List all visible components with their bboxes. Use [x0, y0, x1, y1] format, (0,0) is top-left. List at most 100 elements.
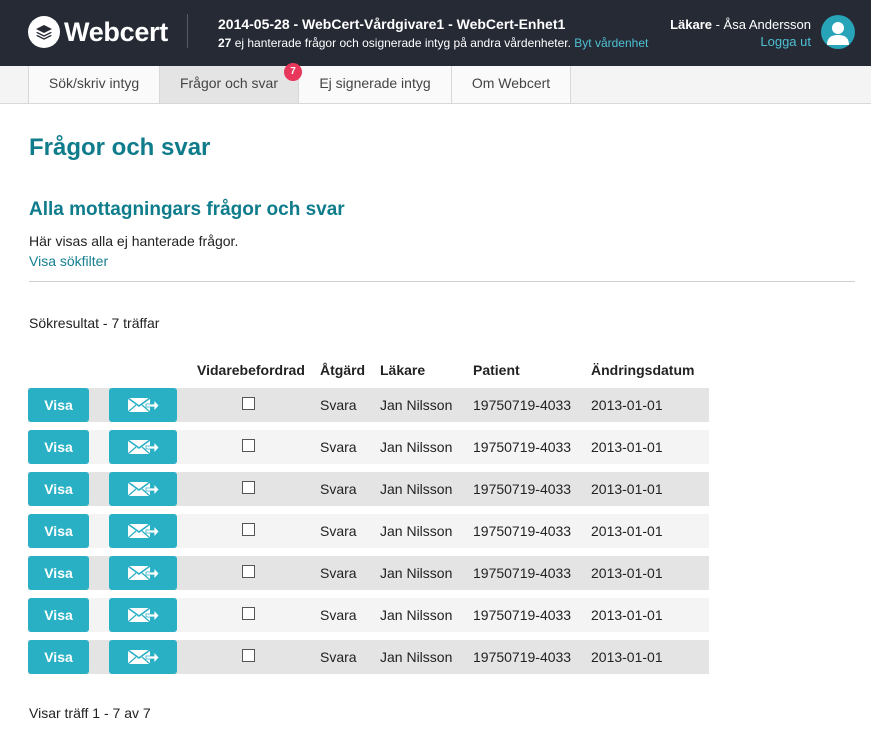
forwarded-checkbox[interactable] — [242, 649, 255, 662]
changed-date-cell: 2013-01-01 — [591, 565, 663, 581]
patient-cell: 19750719-4033 — [473, 523, 572, 539]
webcert-logo[interactable]: Webcert — [28, 16, 168, 48]
forward-mail-icon — [127, 523, 160, 539]
action-cell[interactable]: Svara — [320, 607, 357, 623]
show-filter-link[interactable]: Visa sökfilter — [29, 253, 108, 269]
user-block: Läkare - Åsa Andersson Logga ut — [670, 17, 811, 49]
patient-cell: 19750719-4033 — [473, 565, 572, 581]
user-name: Åsa Andersson — [723, 17, 811, 32]
changed-date-cell: 2013-01-01 — [591, 607, 663, 623]
view-button[interactable]: Visa — [28, 556, 89, 590]
doctor-cell: Jan Nilsson — [380, 565, 453, 581]
action-cell[interactable]: Svara — [320, 439, 357, 455]
forward-button[interactable] — [109, 388, 177, 422]
doctor-cell: Jan Nilsson — [380, 397, 453, 413]
column-header-doctor: Läkare — [380, 362, 426, 378]
forward-button[interactable] — [109, 598, 177, 632]
forward-button[interactable] — [109, 472, 177, 506]
tab-search-write-certificate[interactable]: Sök/skriv intyg — [28, 66, 160, 103]
doctor-cell: Jan Nilsson — [380, 607, 453, 623]
section-description: Här visas alla ej hanterade frågor. — [29, 233, 239, 249]
view-button[interactable]: Visa — [28, 598, 89, 632]
changed-date-cell: 2013-01-01 — [591, 649, 663, 665]
section-title: Alla mottagningars frågor och svar — [29, 199, 345, 220]
column-header-forwarded: Vidarebefordrad — [197, 362, 305, 378]
forwarded-checkbox[interactable] — [242, 607, 255, 620]
forward-mail-icon — [127, 397, 160, 413]
change-unit-link[interactable]: Byt vårdenhet — [574, 36, 648, 50]
user-line: Läkare - Åsa Andersson — [670, 17, 811, 32]
patient-cell: 19750719-4033 — [473, 397, 572, 413]
patient-cell: 19750719-4033 — [473, 649, 572, 665]
action-cell[interactable]: Svara — [320, 649, 357, 665]
header-divider — [187, 14, 188, 48]
result-count: Sökresultat - 7 träffar — [29, 315, 160, 331]
action-cell[interactable]: Svara — [320, 565, 357, 581]
table-row: Visa Svara Jan Nilsson 19750719-4033 2013-01… — [28, 472, 709, 506]
tab-bar: Sök/skriv intyg Frågor och svar Ej signe… — [0, 66, 871, 104]
forwarded-checkbox[interactable] — [242, 397, 255, 410]
patient-cell: 19750719-4033 — [473, 481, 572, 497]
patient-cell: 19750719-4033 — [473, 607, 572, 623]
table-row: Visa Svara Jan Nilsson 19750719-4033 2013-01… — [28, 388, 709, 422]
view-button[interactable]: Visa — [28, 388, 89, 422]
unhandled-count: 27 — [218, 36, 232, 50]
user-icon — [827, 22, 849, 45]
doctor-cell: Jan Nilsson — [380, 481, 453, 497]
changed-date-cell: 2013-01-01 — [591, 523, 663, 539]
action-cell[interactable]: Svara — [320, 397, 357, 413]
column-header-patient: Patient — [473, 362, 520, 378]
forward-button[interactable] — [109, 640, 177, 674]
forward-mail-icon — [127, 607, 160, 623]
action-cell[interactable]: Svara — [320, 481, 357, 497]
tab-notification-badge: 7 — [284, 63, 302, 81]
tab-questions-answers[interactable]: Frågor och svar — [160, 66, 299, 103]
user-separator: - — [711, 17, 724, 32]
view-button[interactable]: Visa — [28, 640, 89, 674]
logout-link[interactable]: Logga ut — [670, 34, 811, 49]
table-row: Visa Svara Jan Nilsson 19750719-4033 2013-01… — [28, 598, 709, 632]
patient-cell: 19750719-4033 — [473, 439, 572, 455]
pagination-info: Visar träff 1 - 7 av 7 — [29, 705, 151, 721]
action-cell[interactable]: Svara — [320, 523, 357, 539]
column-header-changed-date: Ändringsdatum — [591, 362, 695, 378]
forward-mail-icon — [127, 565, 160, 581]
changed-date-cell: 2013-01-01 — [591, 397, 663, 413]
doctor-cell: Jan Nilsson — [380, 439, 453, 455]
view-button[interactable]: Visa — [28, 430, 89, 464]
forwarded-checkbox[interactable] — [242, 523, 255, 536]
table-row: Visa Svara Jan Nilsson 19750719-4033 2013-01… — [28, 430, 709, 464]
header-title: 2014-05-28 - WebCert-Vårdgivare1 - WebCe… — [218, 16, 566, 32]
forward-button[interactable] — [109, 514, 177, 548]
changed-date-cell: 2013-01-01 — [591, 481, 663, 497]
tab-unsigned-certificates[interactable]: Ej signerade intyg — [299, 66, 452, 103]
header-subtitle: 27 ej hanterade frågor och osignerade in… — [218, 36, 648, 50]
avatar[interactable] — [821, 15, 855, 49]
forwarded-checkbox[interactable] — [242, 439, 255, 452]
layers-icon — [28, 16, 60, 48]
table-row: Visa Svara Jan Nilsson 19750719-4033 2013-01… — [28, 640, 709, 674]
forward-mail-icon — [127, 481, 160, 497]
doctor-cell: Jan Nilsson — [380, 523, 453, 539]
changed-date-cell: 2013-01-01 — [591, 439, 663, 455]
content-divider — [29, 281, 855, 282]
top-header: Webcert 2014-05-28 - WebCert-Vårdgivare1… — [0, 0, 871, 66]
unhandled-text: ej hanterade frågor och osignerade intyg… — [234, 36, 571, 50]
forwarded-checkbox[interactable] — [242, 565, 255, 578]
forward-button[interactable] — [109, 556, 177, 590]
page-title: Frågor och svar — [29, 134, 211, 161]
forward-button[interactable] — [109, 430, 177, 464]
forwarded-checkbox[interactable] — [242, 481, 255, 494]
logo-text: Webcert — [64, 16, 168, 47]
table-row: Visa Svara Jan Nilsson 19750719-4033 2013-01… — [28, 556, 709, 590]
view-button[interactable]: Visa — [28, 514, 89, 548]
view-button[interactable]: Visa — [28, 472, 89, 506]
user-role: Läkare — [670, 17, 712, 32]
forward-mail-icon — [127, 649, 160, 665]
tab-about-webcert[interactable]: Om Webcert — [452, 66, 571, 103]
doctor-cell: Jan Nilsson — [380, 649, 453, 665]
table-row: Visa Svara Jan Nilsson 19750719-4033 2013-01… — [28, 514, 709, 548]
column-header-action: Åtgärd — [320, 362, 366, 378]
forward-mail-icon — [127, 439, 160, 455]
header-info: 2014-05-28 - WebCert-Vårdgivare1 - WebCe… — [218, 16, 648, 50]
